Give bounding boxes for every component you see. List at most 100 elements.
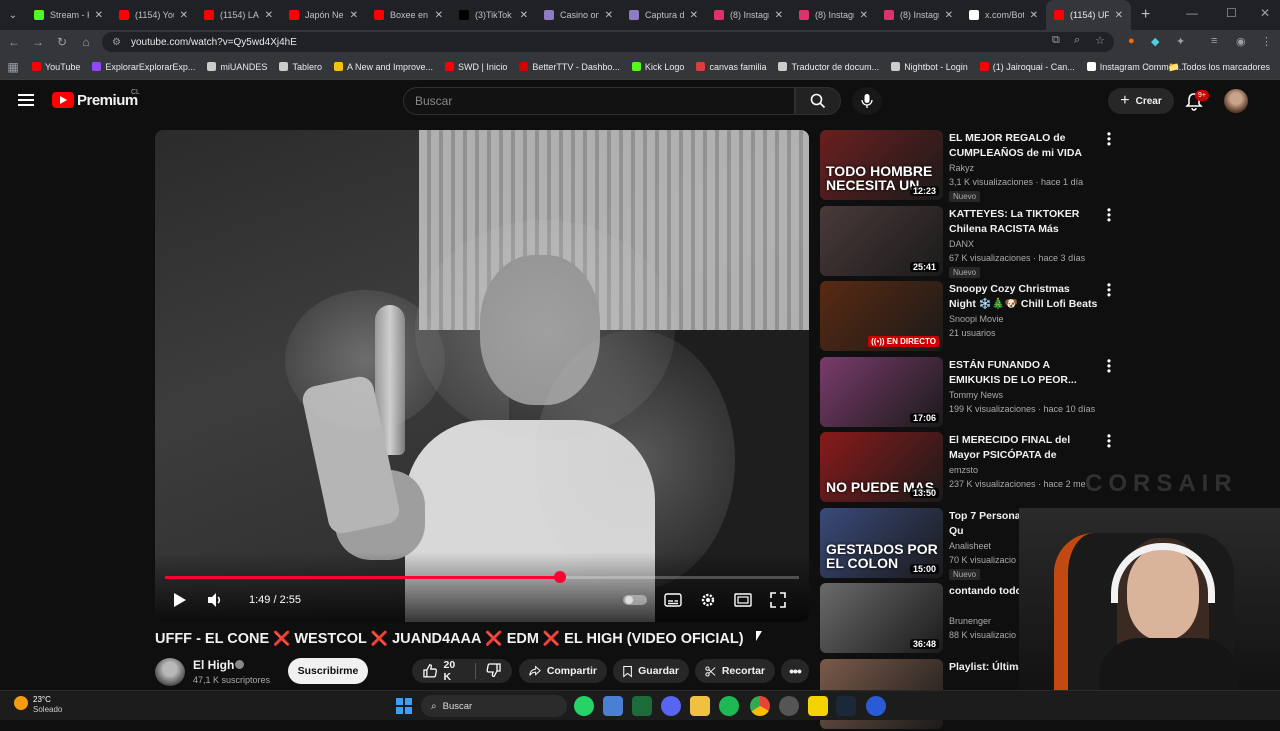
bookmark-item[interactable]: Tablero: [273, 62, 328, 72]
discord-icon[interactable]: [661, 696, 681, 716]
start-button[interactable]: [396, 698, 412, 714]
video-thumbnail[interactable]: TODO HOMBRE NECESITA UN 12:23: [820, 130, 943, 200]
tab-close-icon[interactable]: ✕: [1030, 10, 1038, 21]
bookmark-item[interactable]: ExplorarExplorarExp...: [86, 62, 201, 72]
save-button[interactable]: Guardar: [613, 659, 689, 683]
search-button[interactable]: [795, 87, 841, 115]
browser-tab[interactable]: (8) Instagr ✕: [791, 0, 876, 30]
more-vertical-icon[interactable]: • • •: [1106, 355, 1112, 377]
fullscreen-button[interactable]: [768, 591, 788, 609]
tab-close-icon[interactable]: ✕: [350, 10, 358, 21]
bookmark-item[interactable]: A New and Improve...: [328, 62, 439, 72]
minimize-icon[interactable]: —: [1186, 6, 1198, 20]
recommended-video[interactable]: ((•)) EN DIRECTO Snoopy Cozy Christmas Ni…: [820, 279, 1120, 353]
like-button[interactable]: 20 K: [422, 659, 465, 683]
browser-tab[interactable]: (1154) UFF ✕: [1046, 0, 1131, 30]
video-thumbnail[interactable]: GESTADOS POR EL COLON 15:00: [820, 507, 943, 578]
bookmark-item[interactable]: SWD | Inicio: [439, 62, 513, 72]
recommended-video-channel[interactable]: Snoopi Movie: [949, 314, 1004, 324]
sticky-notes-icon[interactable]: [808, 696, 828, 716]
recommended-video[interactable]: TODO HOMBRE NECESITA UN 12:23 EL MEJOR REG…: [820, 128, 1120, 202]
subtitles-button[interactable]: [663, 591, 683, 609]
tab-close-icon[interactable]: ✕: [180, 10, 188, 21]
recommended-video-title[interactable]: Snoopy Cozy Christmas Night ❄️🎄🐶 Chill L…: [949, 282, 1099, 312]
weather-sun-icon[interactable]: [14, 696, 28, 710]
whatsapp-icon[interactable]: [574, 696, 594, 716]
close-window-icon[interactable]: ✕: [1260, 6, 1270, 20]
back-icon[interactable]: ←: [2, 35, 26, 49]
more-vertical-icon[interactable]: • • •: [1106, 279, 1112, 301]
tab-close-icon[interactable]: ✕: [775, 10, 783, 21]
extensions-puzzle-icon[interactable]: ✦: [1176, 35, 1185, 48]
search-input[interactable]: Buscar: [403, 87, 795, 115]
voice-search-button[interactable]: [852, 87, 882, 115]
video-thumbnail[interactable]: ((•)) EN DIRECTO: [820, 281, 943, 351]
bookmark-item[interactable]: BetterTTV - Dashbo...: [513, 62, 626, 72]
bookmark-item[interactable]: YouTube: [26, 62, 86, 72]
bookmark-item[interactable]: Traductor de docum...: [772, 62, 885, 72]
extension-translate-icon[interactable]: ◆: [1151, 35, 1159, 48]
more-bookmarks-icon[interactable]: »: [1146, 61, 1152, 72]
browser-tab[interactable]: (1154) You ✕: [111, 0, 196, 30]
clip-button[interactable]: Recortar: [695, 659, 775, 683]
browser-tab[interactable]: Japón Ne ✕: [281, 0, 366, 30]
obs-icon[interactable]: [779, 696, 799, 716]
recommended-video-channel[interactable]: DANX: [949, 239, 974, 249]
reload-icon[interactable]: ↻: [50, 35, 74, 49]
bookmark-star-icon[interactable]: ☆: [1095, 34, 1105, 47]
tab-close-icon[interactable]: ✕: [1115, 10, 1123, 21]
site-info-icon[interactable]: ⚙: [112, 37, 121, 48]
tab-close-icon[interactable]: ✕: [605, 10, 613, 21]
tab-close-icon[interactable]: ✕: [690, 10, 698, 21]
tab-close-icon[interactable]: ✕: [860, 10, 868, 21]
address-bar[interactable]: ⚙ youtube.com/watch?v=Qy5wd4Xj4hE: [102, 32, 1114, 52]
create-button[interactable]: + Crear: [1108, 88, 1174, 114]
recommended-video-title[interactable]: KATTEYES: La TIKTOKER Chilena RACISTA Má…: [949, 207, 1099, 237]
tab-close-icon[interactable]: ✕: [945, 10, 953, 21]
play-button[interactable]: [171, 591, 189, 609]
more-vertical-icon[interactable]: • • •: [1106, 204, 1112, 226]
browser-tab[interactable]: (8) Instagr ✕: [876, 0, 961, 30]
dislike-button[interactable]: [486, 662, 502, 681]
bookmark-item[interactable]: canvas familia: [690, 62, 772, 72]
recommended-video-channel[interactable]: Analisheet: [949, 541, 991, 551]
zoom-icon[interactable]: ⌕: [1074, 34, 1080, 47]
browser-tab[interactable]: Casino onl ✕: [536, 0, 621, 30]
progress-scrubber-handle[interactable]: [554, 571, 566, 583]
browser-tab[interactable]: Captura d ✕: [621, 0, 706, 30]
reading-list-icon[interactable]: ≡: [1211, 35, 1217, 47]
recommended-video-title[interactable]: ESTÁN FUNANDO A EMIKUKIS DE LO PEOR...: [949, 358, 1099, 388]
volume-button[interactable]: [205, 591, 225, 609]
apps-grid-icon[interactable]: ▦: [0, 60, 26, 74]
youtube-brand[interactable]: Premium: [77, 92, 138, 109]
autoplay-toggle[interactable]: [621, 591, 649, 609]
chrome-icon[interactable]: [750, 696, 770, 716]
more-vertical-icon[interactable]: • • •: [1106, 128, 1112, 150]
browser-tab[interactable]: (1154) LA ✕: [196, 0, 281, 30]
spotify-icon[interactable]: [719, 696, 739, 716]
share-button[interactable]: Compartir: [519, 659, 607, 683]
recommended-video-title[interactable]: EL MEJOR REGALO de CUMPLEAÑOS de mi VIDA: [949, 131, 1099, 161]
more-actions-button[interactable]: •••: [781, 659, 809, 683]
steam-icon[interactable]: [836, 696, 856, 716]
excel-icon[interactable]: [632, 696, 652, 716]
channel-name[interactable]: El High: [193, 658, 234, 672]
tab-close-icon[interactable]: ✕: [95, 10, 103, 21]
account-avatar[interactable]: [1224, 89, 1248, 113]
video-player[interactable]: 1:49 / 2:55: [155, 130, 809, 622]
bookmark-item[interactable]: (1) Jairoquai - Can...: [974, 62, 1081, 72]
browser-tab[interactable]: Stream - K ✕: [26, 0, 111, 30]
video-thumbnail[interactable]: NO PUEDE MAS 13:50: [820, 432, 943, 502]
app-arc-icon[interactable]: [866, 696, 886, 716]
browser-tab[interactable]: (8) Instagr ✕: [706, 0, 791, 30]
browser-tab[interactable]: Boxee en ✕: [366, 0, 451, 30]
tab-close-icon[interactable]: ✕: [520, 10, 528, 21]
extension-brave-icon[interactable]: ●: [1128, 35, 1135, 47]
bookmark-item[interactable]: miUANDES: [201, 62, 273, 72]
browser-menu-icon[interactable]: ⋮: [1261, 35, 1272, 48]
bookmark-item[interactable]: Kick Logo: [626, 62, 691, 72]
recommended-video[interactable]: 25:41 KATTEYES: La TIKTOKER Chilena RACIS…: [820, 204, 1120, 278]
install-app-icon[interactable]: ⧉: [1052, 34, 1060, 47]
tab-close-icon[interactable]: ✕: [265, 10, 273, 21]
video-thumbnail[interactable]: 17:06: [820, 356, 943, 427]
